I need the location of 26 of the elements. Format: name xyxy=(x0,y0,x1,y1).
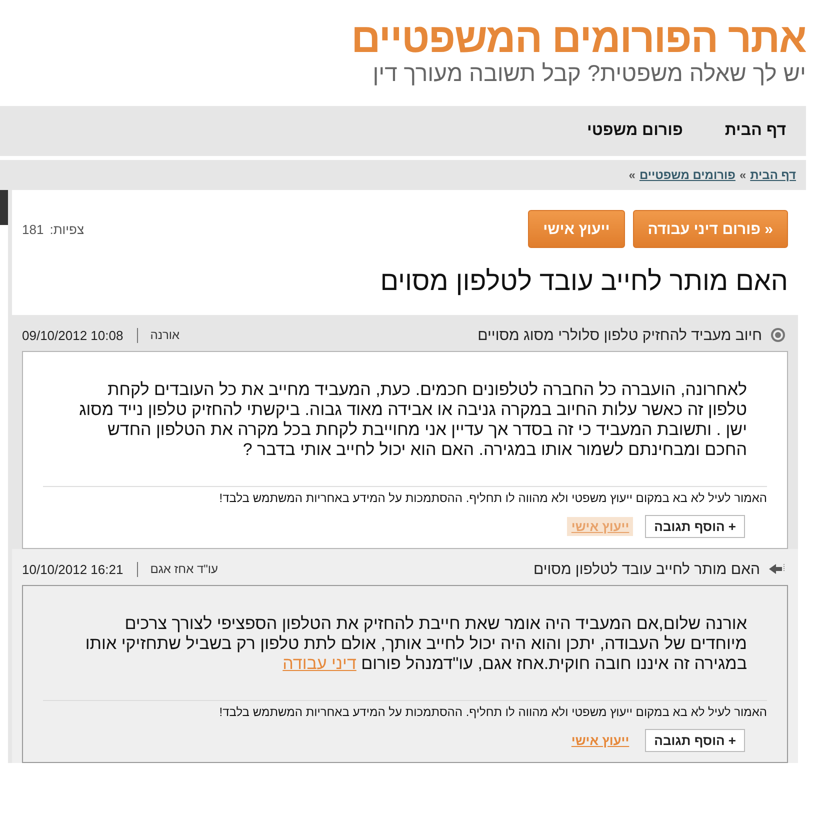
views-count: 181 xyxy=(22,222,44,236)
breadcrumb-separator: » xyxy=(739,168,746,182)
breadcrumb-link[interactable]: פורומים משפטיים xyxy=(639,168,736,182)
disclaimer-text: האמור לעיל לא בא במקום ייעוץ משפטי ולא מהווה לו תחליף. ההסתמכות על המידע באחריות המשתמש בלבד! xyxy=(43,486,767,505)
sidebar-edge xyxy=(0,190,8,225)
thread-title: האם מותר לחייב עובד לטלפון מסוים xyxy=(379,266,788,297)
add-reply-button[interactable]: + הוסף תגובה xyxy=(645,729,745,752)
site-tagline: יש לך שאלה משפטית? קבל תשובה מעורך דין xyxy=(372,60,806,86)
post-author: עו"ד אחז אגם xyxy=(137,562,218,576)
disclaimer-text: האמור לעיל לא בא במקום ייעוץ משפטי ולא מהווה לו תחליף. ההסתמכות על המידע באחריות המשתמש בלבד! xyxy=(43,700,767,719)
post-subject: האם מותר לחייב עובד לטלפון מסוים xyxy=(533,560,760,578)
post-text: אורנה שלום,אם המעביד היה אומר שאת חייבת להחזיק את הטלפון הספציפי לצורך צרכים מיוחדים של העבודה, יתכן והוא היה יכול לחייב אותך, אולם לתת טלפון רק בשביל שתחזיקי אותו במגירה זה איננו חובה חוקית.אחז אגם, עו"דמנהל פורום דיני עבודה xyxy=(84,614,748,674)
views-label: צפיות: xyxy=(50,222,84,236)
breadcrumb-link[interactable]: דף הבית xyxy=(750,168,796,182)
post-date: 10/10/2012 16:21 xyxy=(22,562,124,576)
post-date: 09/10/2012 10:08 xyxy=(22,328,124,342)
post-author: אורנה xyxy=(137,328,180,342)
post-text: לאחרונה, הועברה כל החברה לטלפונים חכמים. כעת, המעביד מחייב את כל העובדים לקחת טלפון זה כאשר עלות החיוב במקרה גניבה או אבידה מאוד גבוה. ביקשתי להחזיק טלפון נייד מסוג ישן . ותשובת המעביד כי זה בסדר אך עדיין אני מחוייבת לקחת בכל מקרה את הטלפון החדש החכם ומבחינתם לשמור אותו במגירה. האם הוא יכול לחייב אותי בדבר ? xyxy=(78,380,748,460)
post-subject: חיוב מעביד להחזיק טלפון סלולרי מסוג מסויים xyxy=(478,326,762,344)
breadcrumb-separator: » xyxy=(628,168,636,182)
add-reply-button[interactable]: + הוסף תגובה xyxy=(645,515,745,538)
site-title: אתר הפורומים המשפטיים xyxy=(350,14,806,62)
nav-link[interactable]: פורום משפטי xyxy=(586,122,683,140)
target-icon xyxy=(770,327,786,343)
nav-link[interactable]: דף הבית xyxy=(724,122,786,140)
reply-arrow-icon xyxy=(768,563,786,575)
